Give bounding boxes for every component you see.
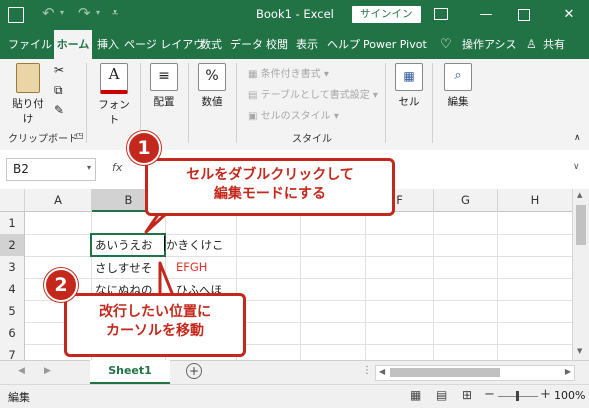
callout-1: セルをダブルクリックして 編集モードにする: [145, 158, 395, 216]
callout-1-line2: 編集モードにする: [213, 186, 327, 202]
step-2-badge: 2: [44, 268, 78, 302]
callout-2-line2: カーソルを移動: [106, 323, 204, 339]
callout-1-line1: セルをダブルクリックして: [186, 167, 354, 183]
callout-2: 改行したい位置に カーソルを移動: [64, 293, 246, 357]
step-1-badge: 1: [127, 131, 161, 165]
callout-2-line1: 改行したい位置に: [99, 304, 211, 320]
